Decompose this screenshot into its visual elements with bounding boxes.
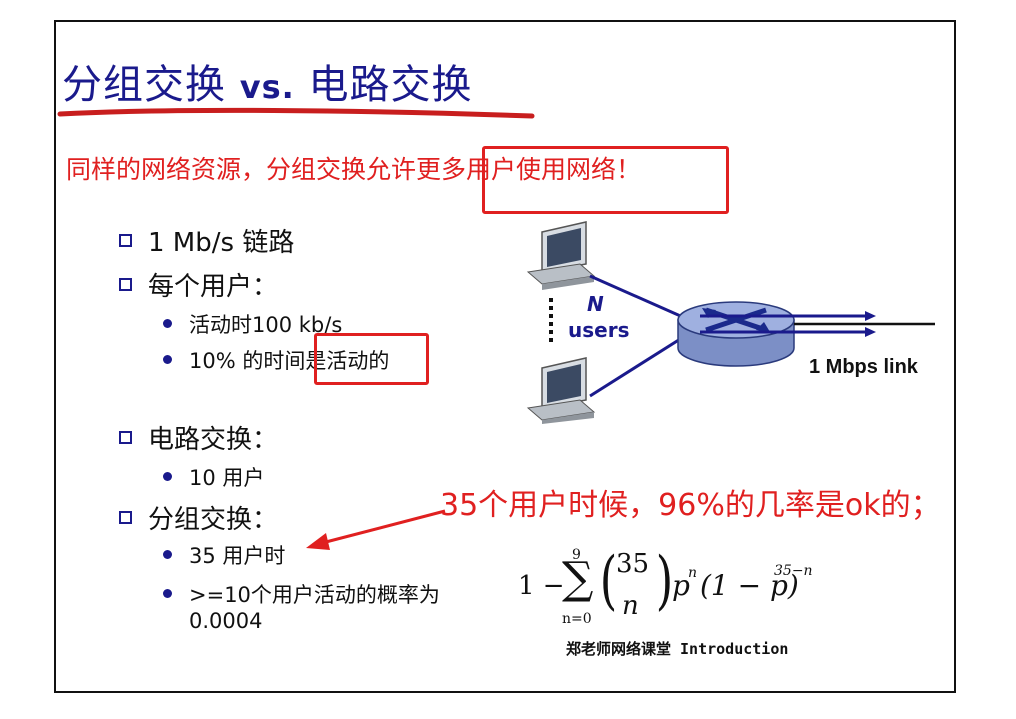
paren-left-icon: ( <box>599 544 618 618</box>
bullet-circuit-users: 10 用户 <box>189 466 265 490</box>
router-icon <box>677 301 795 367</box>
bullet-prob-line2: 0.0004 <box>189 609 263 633</box>
dot-bullet-icon <box>163 472 172 481</box>
title-part2: 电路交换 <box>294 62 473 108</box>
active-time-before: 10% 的时间 <box>189 349 306 373</box>
dot-bullet-icon <box>163 589 172 598</box>
formula-exp2: 35−n <box>774 563 813 579</box>
users-label: users <box>568 318 630 342</box>
subtitle-highlight-box <box>482 146 729 214</box>
square-bullet-icon <box>119 431 132 444</box>
bullet-per-user: 每个用户： <box>148 272 279 302</box>
link-label: 1 Mbps link <box>809 356 918 378</box>
sigma-icon: ∑ <box>562 553 594 604</box>
active-time-highlight-box <box>314 333 429 385</box>
computer-icon <box>526 221 596 290</box>
computer-icon <box>526 357 596 424</box>
page-title: 分组交换 vs. 电路交换 <box>62 52 473 110</box>
formula-one-minus: 1 − <box>518 571 565 601</box>
title-part1: 分组交换 <box>62 62 240 108</box>
dot-bullet-icon <box>163 550 172 559</box>
paren-right-icon: ) <box>655 544 674 618</box>
dot-bullet-icon <box>163 319 172 328</box>
title-vs: vs. <box>239 68 295 106</box>
square-bullet-icon <box>119 511 132 524</box>
formula-binom-top: 35 <box>616 549 650 579</box>
annotation-text: 35个用户时候，96%的几率是ok的； <box>440 488 941 523</box>
square-bullet-icon <box>119 234 132 247</box>
dot-bullet-icon <box>163 355 172 364</box>
footer: 郑老师网络课堂 Introduction <box>566 640 789 658</box>
title-underline-stroke <box>57 107 535 119</box>
red-arrow-icon <box>306 509 446 550</box>
formula-binom-bottom: n <box>622 591 639 621</box>
bullet-link: 1 Mb/s 链路 <box>148 228 295 258</box>
bullet-packet: 分组交换： <box>148 505 279 535</box>
square-bullet-icon <box>119 278 132 291</box>
subtitle-before: 同样的网络资源，分组交换 <box>66 155 367 184</box>
bullet-circuit: 电路交换： <box>148 425 279 455</box>
probability-formula: 1 − 9 ∑ n=0 ( 35 n ) p n (1 − p) 35−n <box>508 545 828 635</box>
bullet-packet-users: 35 用户时 <box>189 544 286 568</box>
bullet-prob-line1: >=10个用户活动的概率为 <box>189 583 440 607</box>
formula-n-exp: n <box>688 565 698 581</box>
formula-sum-lower: n=0 <box>562 611 592 627</box>
n-label: N <box>587 292 604 316</box>
